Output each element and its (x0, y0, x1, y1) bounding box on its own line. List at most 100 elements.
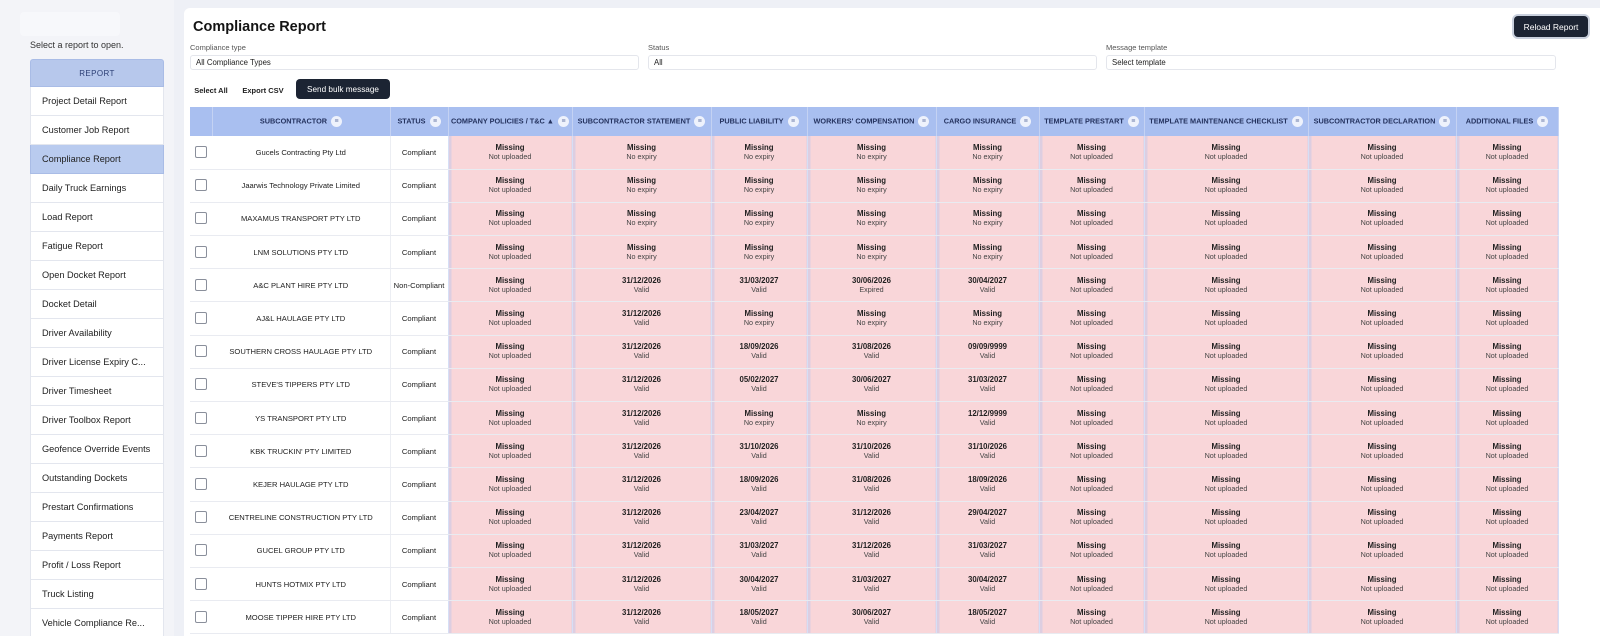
row-checkbox[interactable] (195, 345, 207, 358)
document-cell[interactable]: 29/04/2027 Valid (935, 501, 1040, 535)
row-checkbox[interactable] (195, 477, 207, 490)
document-cell[interactable]: Missing Not uploaded (1143, 567, 1309, 602)
column-menu-icon[interactable]: ≡ (429, 116, 441, 127)
document-cell[interactable]: Missing Not uploaded (1307, 368, 1457, 403)
document-cell[interactable]: Missing Not uploaded (1038, 467, 1145, 502)
column-menu-icon[interactable]: ≡ (1020, 116, 1032, 127)
document-cell[interactable]: 31/12/2026 Valid (571, 368, 712, 403)
document-cell[interactable]: Missing Not uploaded (1038, 600, 1145, 635)
document-cell[interactable]: Missing No expiry (806, 136, 937, 170)
column-header[interactable]: ADDITIONAL FILES ≡ (1456, 107, 1559, 136)
report-item[interactable]: Docket Detail (30, 290, 164, 319)
document-cell[interactable]: Missing Not uploaded (447, 235, 573, 270)
document-cell[interactable]: 18/05/2027 Valid (710, 600, 808, 635)
column-menu-icon[interactable]: ≡ (1439, 116, 1451, 127)
document-cell[interactable]: Missing Not uploaded (447, 600, 573, 635)
document-cell[interactable]: Missing Not uploaded (1455, 335, 1559, 369)
document-cell[interactable]: 31/12/2026 Valid (806, 534, 937, 568)
document-cell[interactable]: 18/09/2026 Valid (935, 467, 1040, 502)
document-cell[interactable]: Missing Not uploaded (447, 169, 573, 203)
reload-report-button[interactable]: Reload Report (1514, 16, 1588, 37)
report-item[interactable]: Payments Report (30, 522, 164, 551)
document-cell[interactable]: Missing No expiry (710, 169, 808, 203)
document-cell[interactable]: Missing Not uploaded (1038, 567, 1145, 602)
document-cell[interactable]: 05/02/2027 Valid (710, 368, 808, 403)
select-all-button[interactable]: Select All (190, 81, 232, 100)
document-cell[interactable]: Missing Not uploaded (1038, 368, 1145, 403)
document-cell[interactable]: Missing Not uploaded (1143, 434, 1309, 469)
report-item[interactable]: Driver Timesheet (30, 377, 164, 406)
report-item[interactable]: Daily Truck Earnings (30, 174, 164, 203)
document-cell[interactable]: 18/09/2026 Valid (710, 335, 808, 369)
document-cell[interactable]: 31/12/2026 Valid (571, 567, 712, 602)
column-menu-icon[interactable]: ≡ (787, 116, 799, 127)
document-cell[interactable]: Missing No expiry (806, 401, 937, 436)
document-cell[interactable]: Missing Not uploaded (1038, 434, 1145, 469)
column-menu-icon[interactable]: ≡ (558, 116, 570, 127)
message-template-select[interactable]: Select template (1106, 55, 1556, 70)
document-cell[interactable]: Missing Not uploaded (1455, 235, 1559, 270)
document-cell[interactable]: Missing Not uploaded (447, 534, 573, 568)
document-cell[interactable]: Missing No expiry (806, 301, 937, 336)
column-header[interactable]: STATUS ≡ (390, 107, 449, 136)
document-cell[interactable]: Missing Not uploaded (447, 268, 573, 303)
column-menu-icon[interactable]: ≡ (1537, 116, 1549, 127)
document-cell[interactable]: Missing No expiry (571, 136, 712, 170)
document-cell[interactable]: 30/04/2027 Valid (935, 268, 1040, 303)
report-item[interactable]: Profit / Loss Report (30, 551, 164, 580)
document-cell[interactable]: Missing Not uploaded (1455, 268, 1559, 303)
document-cell[interactable]: Missing Not uploaded (447, 401, 573, 436)
document-cell[interactable]: 31/03/2027 Valid (806, 567, 937, 602)
document-cell[interactable]: Missing Not uploaded (1307, 467, 1457, 502)
document-cell[interactable]: Missing Not uploaded (1143, 401, 1309, 436)
document-cell[interactable]: Missing Not uploaded (1307, 434, 1457, 469)
document-cell[interactable]: Missing Not uploaded (1038, 235, 1145, 270)
document-cell[interactable]: Missing Not uploaded (1455, 401, 1559, 436)
document-cell[interactable]: Missing Not uploaded (1455, 368, 1559, 403)
column-header[interactable]: SUBCONTRACTOR ≡ (212, 107, 391, 136)
document-cell[interactable]: Missing Not uploaded (1038, 335, 1145, 369)
document-cell[interactable]: Missing Not uploaded (1143, 501, 1309, 535)
document-cell[interactable]: 31/03/2027 Valid (935, 368, 1040, 403)
report-item[interactable]: Project Detail Report (30, 87, 164, 116)
document-cell[interactable]: Missing No expiry (806, 169, 937, 203)
row-checkbox[interactable] (195, 511, 207, 524)
report-item[interactable]: Load Report (30, 203, 164, 232)
document-cell[interactable]: Missing Not uploaded (1455, 136, 1559, 170)
report-item[interactable]: Compliance Report (30, 145, 164, 174)
document-cell[interactable]: Missing Not uploaded (447, 136, 573, 170)
document-cell[interactable]: Missing Not uploaded (1143, 467, 1309, 502)
document-cell[interactable]: Missing Not uploaded (1455, 434, 1559, 469)
document-cell[interactable]: Missing Not uploaded (1455, 169, 1559, 203)
document-cell[interactable]: Missing No expiry (571, 202, 712, 237)
document-cell[interactable]: Missing Not uploaded (1455, 301, 1559, 336)
column-header[interactable]: TEMPLATE PRESTART ≡ (1039, 107, 1145, 136)
document-cell[interactable]: 30/06/2027 Valid (806, 368, 937, 403)
document-cell[interactable]: Missing Not uploaded (1143, 600, 1309, 635)
document-cell[interactable]: Missing No expiry (935, 202, 1040, 237)
document-cell[interactable]: Missing Not uploaded (1143, 136, 1309, 170)
column-header[interactable]: PUBLIC LIABILITY ≡ (711, 107, 808, 136)
document-cell[interactable]: Missing Not uploaded (1143, 268, 1309, 303)
document-cell[interactable]: Missing No expiry (935, 136, 1040, 170)
document-cell[interactable]: 31/10/2026 Valid (935, 434, 1040, 469)
document-cell[interactable]: Missing Not uploaded (1038, 501, 1145, 535)
document-cell[interactable]: Missing Not uploaded (1455, 501, 1559, 535)
document-cell[interactable]: Missing Not uploaded (1143, 534, 1309, 568)
document-cell[interactable]: Missing Not uploaded (1307, 335, 1457, 369)
document-cell[interactable]: 31/10/2026 Valid (710, 434, 808, 469)
document-cell[interactable]: 31/03/2027 Valid (710, 534, 808, 568)
document-cell[interactable]: Missing Not uploaded (1038, 268, 1145, 303)
document-cell[interactable]: 09/09/9999 Valid (935, 335, 1040, 369)
document-cell[interactable]: Missing Not uploaded (1143, 202, 1309, 237)
document-cell[interactable]: Missing Not uploaded (1038, 301, 1145, 336)
column-header[interactable]: CARGO INSURANCE ≡ (936, 107, 1040, 136)
document-cell[interactable]: Missing Not uploaded (1455, 202, 1559, 237)
column-header[interactable]: SUBCONTRACTOR STATEMENT ≡ (572, 107, 712, 136)
document-cell[interactable]: Missing No expiry (571, 235, 712, 270)
document-cell[interactable]: 31/12/2026 Valid (571, 600, 712, 635)
column-menu-icon[interactable]: ≡ (331, 116, 343, 127)
document-cell[interactable]: Missing Not uploaded (447, 567, 573, 602)
document-cell[interactable]: Missing Not uploaded (1307, 235, 1457, 270)
document-cell[interactable]: 31/12/2026 Valid (571, 501, 712, 535)
